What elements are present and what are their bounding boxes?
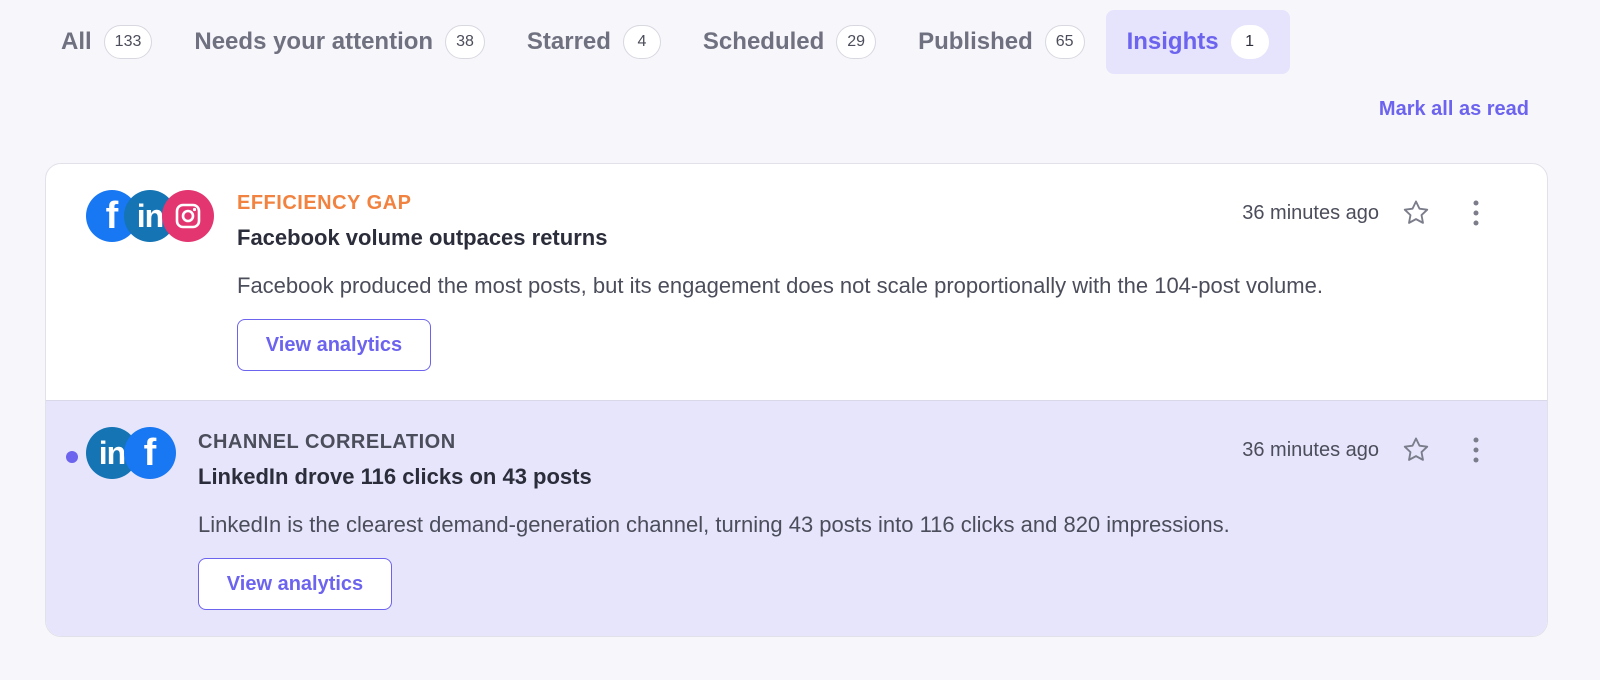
tab-label: Needs your attention — [194, 28, 434, 55]
facebook-icon: f — [124, 427, 176, 479]
tab-count-badge: 38 — [445, 25, 485, 59]
tab-label: All — [61, 28, 92, 55]
channel-avatars: in f — [86, 427, 176, 479]
insight-headline: Facebook volume outpaces returns — [237, 225, 608, 250]
insight-content: CHANNEL CORRELATION LinkedIn drove 116 c… — [198, 431, 1230, 610]
tab-label: Scheduled — [702, 28, 825, 55]
insight-category: EFFICIENCY GAP — [237, 192, 412, 214]
insight-meta: 36 minutes ago — [1242, 198, 1491, 228]
insight-category: CHANNEL CORRELATION — [198, 431, 456, 453]
insights-feed: f in EFFICIENCY GAP Facebook volume outp… — [45, 163, 1548, 637]
insight-meta: 36 minutes ago — [1242, 435, 1491, 465]
insight-body: Facebook produced the most posts, but it… — [237, 273, 1323, 298]
more-options-icon[interactable] — [1461, 435, 1491, 465]
insight-body: LinkedIn is the clearest demand-generati… — [198, 512, 1230, 537]
insight-content: EFFICIENCY GAP Facebook volume outpaces … — [237, 192, 1323, 371]
mark-all-read-link[interactable]: Mark all as read — [1379, 98, 1529, 121]
tab-insights[interactable]: Insights 1 — [1105, 10, 1290, 74]
tab-needs-attention[interactable]: Needs your attention 38 — [173, 10, 506, 74]
insight-headline: LinkedIn drove 116 clicks on 43 posts — [198, 464, 592, 489]
tab-count-badge: 29 — [836, 25, 877, 59]
filter-tabs: All 133 Needs your attention 38 Starred … — [40, 10, 1290, 74]
tab-label: Insights — [1126, 28, 1219, 55]
unread-indicator — [66, 451, 78, 463]
tab-count-badge: 4 — [622, 25, 661, 59]
star-icon[interactable] — [1401, 198, 1431, 228]
insight-card[interactable]: f in EFFICIENCY GAP Facebook volume outp… — [46, 164, 1547, 400]
view-analytics-button[interactable]: View analytics — [198, 558, 392, 610]
tab-count-badge: 133 — [103, 25, 153, 59]
tab-label: Starred — [526, 28, 611, 55]
insight-card[interactable]: in f CHANNEL CORRELATION LinkedIn drove … — [46, 400, 1547, 636]
insight-timestamp: 36 minutes ago — [1242, 201, 1379, 224]
tab-all[interactable]: All 133 — [40, 10, 173, 74]
tab-starred[interactable]: Starred 4 — [506, 10, 682, 74]
tab-scheduled[interactable]: Scheduled 29 — [682, 10, 897, 74]
view-analytics-button[interactable]: View analytics — [237, 319, 431, 371]
channel-avatars: f in — [86, 190, 214, 242]
more-options-icon[interactable] — [1461, 198, 1491, 228]
tab-count-badge: 1 — [1230, 25, 1269, 59]
instagram-icon — [162, 190, 214, 242]
insight-timestamp: 36 minutes ago — [1242, 438, 1379, 461]
tab-published[interactable]: Published 65 — [897, 10, 1105, 74]
star-icon[interactable] — [1401, 435, 1431, 465]
tab-label: Published — [918, 28, 1033, 55]
tab-count-badge: 65 — [1044, 25, 1085, 59]
